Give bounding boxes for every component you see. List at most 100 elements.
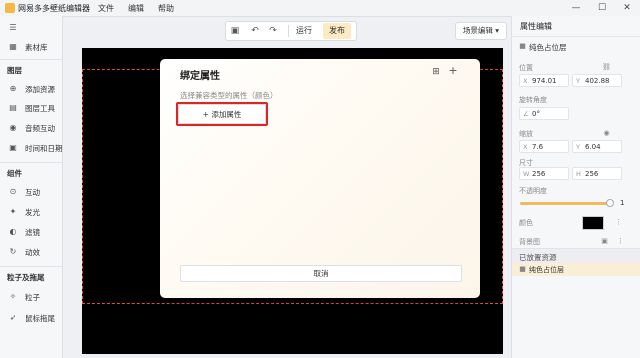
sidebar-item-motion[interactable]: ↻ 动效 <box>0 244 62 260</box>
undo-icon[interactable]: ↶ <box>248 24 262 38</box>
position-x-field[interactable]: X 974.01 <box>519 74 569 87</box>
scale-x-field[interactable]: X 7.6 <box>519 140 569 153</box>
size-w-value: 256 <box>532 170 546 178</box>
sidebar-item-audio[interactable]: ◉ 音频互动 <box>0 120 62 136</box>
menu-edit[interactable]: 编辑 <box>128 3 144 14</box>
axis-label: Y <box>576 143 580 151</box>
position-y-value: 402.88 <box>585 77 610 85</box>
menu-file[interactable]: 文件 <box>98 3 114 14</box>
sidebar-item-label: 添加资源 <box>25 85 55 94</box>
scale-y-field[interactable]: Y 6.04 <box>572 140 622 153</box>
divider <box>0 266 62 267</box>
run-button[interactable]: 运行 <box>296 24 312 38</box>
scene-edit-label: 场景编辑 <box>462 26 493 35</box>
minimize-icon[interactable]: — <box>566 1 586 15</box>
app-logo-icon <box>5 3 15 13</box>
properties-panel: 属性编辑 ■ 纯色占位层 位置 ⛓ X 974.01 Y 402.88 旋转角度… <box>511 16 640 358</box>
plus-icon[interactable]: + <box>447 65 459 77</box>
publish-button[interactable]: 发布 <box>323 23 351 39</box>
sidebar-item-label: 互动 <box>25 188 40 197</box>
position-x-value: 974.01 <box>532 77 557 85</box>
app-title: 网易多多壁纸编辑器 <box>18 4 90 13</box>
sidebar-item-label: 图层工具 <box>25 104 55 113</box>
sidebar-item-label: 音频互动 <box>25 124 55 133</box>
more-icon[interactable]: ⋮ <box>616 237 625 246</box>
layer-name: 纯色占位层 <box>529 43 567 52</box>
color-label: 颜色 <box>519 219 533 227</box>
size-h-field[interactable]: H 256 <box>572 167 622 180</box>
sidebar-item-label: 素材库 <box>25 43 48 52</box>
motion-icon: ↻ <box>9 247 17 256</box>
axis-label: X <box>523 77 528 85</box>
sidebar-item-layer-tool[interactable]: ▤ 图层工具 <box>0 100 62 116</box>
sidebar-item-filter[interactable]: ◐ 滤镜 <box>0 224 62 240</box>
axis-label: H <box>576 170 581 178</box>
properties-header: 属性编辑 <box>512 16 640 37</box>
toolbar-divider <box>288 25 289 37</box>
sidebar-item-mouse-trail[interactable]: ➶ 鼠标拖尾 <box>0 310 62 326</box>
sidebar-item-add-resource[interactable]: ⊕ 添加资源 <box>0 81 62 97</box>
placed-resource-label: 纯色占位层 <box>529 266 564 274</box>
sidebar-item-calendar[interactable]: ▣ 时间和日期 <box>0 140 62 156</box>
redo-icon[interactable]: ↷ <box>266 24 280 38</box>
background-label: 背景图 <box>519 238 540 246</box>
axis-label: W <box>523 170 530 178</box>
divider <box>0 59 62 60</box>
size-w-field[interactable]: W 256 <box>519 167 569 180</box>
layer-tool-icon: ▤ <box>9 103 17 112</box>
dialog-title: 绑定属性 <box>180 71 220 82</box>
sidebar-item-particle[interactable]: ✧ 粒子 <box>0 289 62 305</box>
rotation-icon: ∠ <box>523 110 529 118</box>
section-title-components: 组件 <box>7 169 22 178</box>
sidebar-item-library[interactable]: ▦ 素材库 <box>0 39 62 55</box>
rotation-value: 0° <box>532 110 540 118</box>
position-label: 位置 <box>519 64 533 72</box>
color-swatch[interactable] <box>582 216 604 230</box>
placed-resources-header: 已放置资源 <box>512 248 640 264</box>
more-icon[interactable]: ⋮ <box>614 218 623 227</box>
cancel-button[interactable]: 取消 <box>180 265 462 282</box>
link-icon[interactable]: ⛓ <box>602 63 611 72</box>
image-icon[interactable]: ▣ <box>600 237 609 246</box>
section-title-layers: 图层 <box>7 66 22 75</box>
sidebar-item-label: 时间和日期 <box>25 144 63 153</box>
layer-icon: ■ <box>519 265 526 273</box>
rotation-field[interactable]: ∠ 0° <box>519 107 569 120</box>
position-y-field[interactable]: Y 402.88 <box>572 74 622 87</box>
maximize-icon[interactable]: ☐ <box>592 1 612 15</box>
sidebar-item-label: 动效 <box>25 248 40 257</box>
bind-property-dialog: 绑定属性 ⊞ + 选择兼容类型的属性（颜色） + 添加属性 取消 <box>160 59 480 298</box>
scene-edit-dropdown[interactable]: 场景编辑 ▾ <box>455 22 507 40</box>
section-title-particles: 粒子及拖尾 <box>7 273 45 282</box>
opacity-slider[interactable] <box>520 202 610 205</box>
scale-y-value: 6.04 <box>585 143 601 151</box>
placed-resource-item[interactable]: ■ 纯色占位层 <box>512 263 640 276</box>
editor-toolbar: ▣ ↶ ↷ 运行 发布 <box>225 21 357 41</box>
particle-icon: ✧ <box>9 292 17 301</box>
grid-icon[interactable]: ⊞ <box>430 66 442 78</box>
eye-icon[interactable]: ◉ <box>602 129 611 138</box>
scale-label: 缩放 <box>519 130 533 138</box>
title-bar: 网易多多壁纸编辑器 文件 编辑 帮助 — ☐ ✕ <box>0 0 640 17</box>
axis-label: X <box>523 143 528 151</box>
sidebar-menu-toggle[interactable]: ☰ <box>0 20 62 36</box>
sidebar-item-glow[interactable]: ✦ 发光 <box>0 204 62 220</box>
scale-x-value: 7.6 <box>532 143 544 151</box>
calendar-icon: ▣ <box>9 143 17 152</box>
interaction-icon: ⊙ <box>9 187 17 196</box>
left-sidebar: ☰ ▦ 素材库 图层 ⊕ 添加资源 ▤ 图层工具 ◉ 音频互动 ▣ 时间和日期 … <box>0 16 63 358</box>
opacity-label: 不透明度 <box>519 187 547 195</box>
menu-icon: ☰ <box>9 23 17 32</box>
properties-title: 属性编辑 <box>520 22 552 31</box>
opacity-slider-handle[interactable] <box>606 199 614 207</box>
sidebar-item-label: 粒子 <box>25 293 40 302</box>
glow-icon: ✦ <box>9 207 17 216</box>
menu-help[interactable]: 帮助 <box>158 3 174 14</box>
save-icon[interactable]: ▣ <box>228 24 242 38</box>
add-resource-icon: ⊕ <box>9 84 17 93</box>
close-icon[interactable]: ✕ <box>617 1 637 15</box>
dialog-hint: 选择兼容类型的属性（颜色） <box>180 91 278 100</box>
highlight-box <box>176 102 268 126</box>
divider <box>0 162 62 163</box>
sidebar-item-interaction[interactable]: ⊙ 互动 <box>0 184 62 200</box>
